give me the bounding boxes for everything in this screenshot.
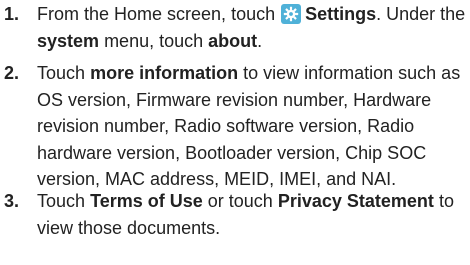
step-number: 2. xyxy=(4,63,20,83)
step-number: 1. xyxy=(4,4,20,24)
step-1: 1. From the Home screen, touch Settings. … xyxy=(0,1,470,54)
settings-gear-icon xyxy=(281,4,302,24)
step-text: From the Home screen, touch Settings. Und… xyxy=(37,4,466,51)
step-text: Touch Terms of Use or touch Privacy Stat… xyxy=(37,191,454,238)
step-2: 2. Touch more information to view inform… xyxy=(0,60,470,193)
instruction-list: 1. From the Home screen, touch Settings. … xyxy=(0,0,470,265)
step-3: 3. Touch Terms of Use or touch Privacy S… xyxy=(0,188,470,241)
step-text: Touch more information to view informati… xyxy=(37,63,461,189)
step-number: 3. xyxy=(4,191,20,211)
